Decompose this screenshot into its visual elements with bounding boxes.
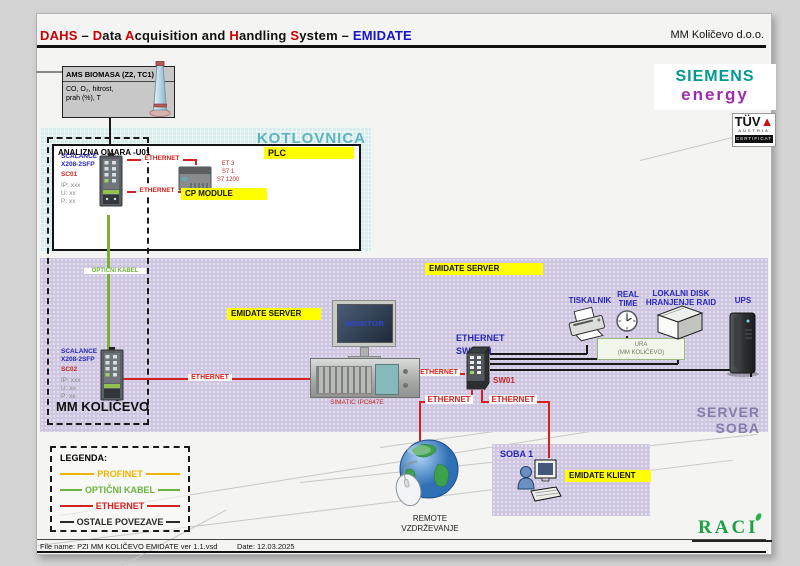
- emidate-klient-label: EMIDATE KLIENT: [565, 470, 651, 482]
- remote-label: REMOTE VZDRŽEVANJE: [378, 514, 482, 534]
- page-title: DAHS – Data Acquisition and Handling Sys…: [40, 28, 412, 43]
- chimney-icon: [144, 59, 176, 121]
- emidate-server-label-1: EMIDATE SERVER: [425, 263, 543, 275]
- siemens-energy-logo: SIEMENS energy: [654, 64, 776, 110]
- page-canvas: DAHS – Data Acquisition and Handling Sys…: [0, 0, 800, 566]
- wire-printer-h: [490, 353, 587, 355]
- header-rule: [37, 45, 766, 48]
- switch-device-icon: [464, 345, 490, 391]
- eth-drop-right-v2: [548, 401, 550, 458]
- scalance1-icon: [95, 153, 127, 215]
- ethernet-label-6: ETHERNET: [489, 395, 537, 404]
- server-soba-label: SERVER SOBA: [648, 404, 760, 436]
- tuv-wordmark: TÜV▲: [733, 115, 775, 128]
- company-name: MM Količevo d.o.o.: [670, 29, 764, 41]
- ams-edge-line: [36, 71, 64, 73]
- footer-filename: File name: PZI MM KOLIČEVO EMIDATE ver 1…: [40, 542, 217, 551]
- tuv-cert-text: CERTIFICAT: [735, 135, 773, 143]
- monitor-label: MONITOR: [346, 319, 385, 328]
- ethernet-label-5: ETHERNET: [425, 395, 473, 404]
- legend-item-ostale: OSTALE POVEZAVE: [60, 514, 180, 530]
- footer-rule-top: [37, 539, 766, 540]
- legend-title: LEGENDA:: [60, 453, 180, 463]
- ups-label: UPS: [727, 296, 759, 305]
- ups-icon: [725, 310, 761, 378]
- wire-printer-v: [586, 345, 588, 354]
- sw01-label: SW01: [493, 376, 515, 385]
- monitor-icon: MONITOR: [332, 300, 396, 347]
- scalance1-id: SC01: [61, 171, 97, 179]
- scalance2-text: SCALANCE X208-2SFP SC02 IP: xxx U: xx P:…: [61, 348, 97, 401]
- legend-box: LEGENDA: PROFINET OPTIČNI KABEL ETHERNET…: [50, 446, 190, 532]
- scalance2-icon: [96, 347, 128, 409]
- cp-module-label: CP MODULE: [181, 188, 267, 200]
- scalance1-text: SCALANCE X208-2SFP SC01 IP: xxx U: xx P:…: [61, 153, 97, 206]
- clock-icon: [615, 309, 639, 333]
- emidate-server-label-2: EMIDATE SERVER: [227, 308, 321, 320]
- ethernet-label-3: ETHERNET: [188, 374, 232, 381]
- optic-cable-label: OPTIČNI KABEL: [84, 268, 146, 274]
- scalance2-name: SCALANCE: [61, 348, 97, 356]
- simatic-label: SIMATIC IPC647E: [330, 399, 384, 406]
- emidate-klient-icon: [515, 455, 565, 505]
- ams-link-wire: [109, 118, 111, 146]
- server-rack-icon: [310, 358, 420, 398]
- legend-item-opticni: OPTIČNI KABEL: [60, 482, 180, 498]
- plc-label: PLC: [264, 147, 354, 159]
- remote-globe-icon: [392, 436, 468, 512]
- raid-disk-icon: [652, 303, 706, 343]
- plc-model-text: ET 3 S7 1 S7 1200: [208, 160, 248, 184]
- ethernet-label-1: ETHERNET: [141, 155, 183, 162]
- ethernet-label-2: ETHERNET: [136, 187, 178, 194]
- legend-item-profinet: PROFINET: [60, 466, 180, 482]
- tuv-austria-text: AUSTRIA: [733, 128, 775, 134]
- ethernet-label-4: ETHERNET: [418, 369, 460, 376]
- siemens-wordmark: SIEMENS: [654, 68, 776, 86]
- scalance2-id: SC02: [61, 366, 97, 374]
- raci-underline: [692, 540, 772, 542]
- legend-item-ethernet: ETHERNET: [60, 498, 180, 514]
- tuv-logo: TÜV▲ AUSTRIA CERTIFICAT: [732, 113, 776, 147]
- energy-wordmark: energy: [654, 86, 776, 104]
- scalance1-name: SCALANCE: [61, 153, 97, 161]
- wire-ups-h: [490, 369, 751, 371]
- raci-logo: RACI: [698, 517, 759, 539]
- footer-date: Date: 12.03.2025: [237, 542, 295, 551]
- raci-wordmark: RACI: [698, 517, 759, 538]
- optic-wire: [107, 215, 110, 350]
- wire-raid-h: [490, 363, 678, 365]
- footer-rule-bottom: [37, 551, 766, 553]
